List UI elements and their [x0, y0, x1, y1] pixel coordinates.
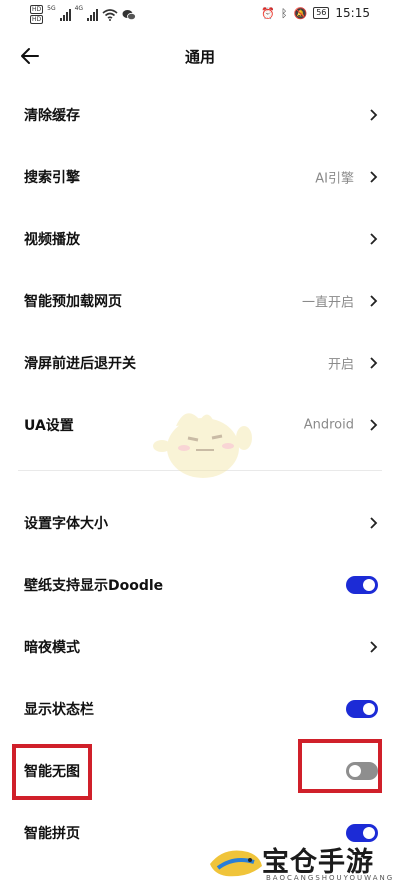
- signal-icon: [59, 8, 71, 21]
- hd-badge-2: HD: [30, 15, 44, 24]
- bluetooth-icon: ᛒ: [280, 6, 288, 20]
- row-search-engine[interactable]: 搜索引擎 AI引擎: [0, 146, 400, 208]
- status-bar-toggle[interactable]: [346, 700, 378, 718]
- row-label: UA设置: [24, 418, 74, 434]
- row-label: 壁纸支持显示Doodle: [24, 578, 164, 594]
- brand-watermark: 宝仓手游网 BAOCANGSHOUYOUWANG: [200, 838, 400, 888]
- row-value: 开启: [327, 357, 354, 373]
- row-label: 滑屏前进后退开关: [24, 356, 136, 372]
- wifi-icon: [102, 8, 118, 21]
- row-clear-cache[interactable]: 清除缓存: [0, 84, 400, 146]
- row-font-size[interactable]: 设置字体大小: [0, 492, 400, 554]
- brand-subtitle: BAOCANGSHOUYOUWANG: [266, 874, 395, 882]
- chevron-right-icon: [370, 233, 378, 245]
- row-label: 智能预加载网页: [24, 294, 122, 310]
- row-value: Android: [303, 417, 354, 433]
- status-bar: HD HD 5G 4G ⏰ ᛒ 🔕 56 15:15: [0, 0, 400, 28]
- settings-screen: HD HD 5G 4G ⏰ ᛒ 🔕 56 15:15 通用 清除缓存 搜索引擎 …: [0, 0, 400, 888]
- row-wallpaper-doodle: 壁纸支持显示Doodle: [0, 554, 400, 616]
- row-value: 一直开启: [301, 295, 354, 311]
- highlight-box-toggle: [298, 739, 382, 793]
- hd-badge-1: HD: [30, 5, 44, 14]
- toggle-knob: [363, 579, 375, 591]
- row-label: 智能拼页: [24, 826, 80, 842]
- row-label: 搜索引擎: [24, 170, 80, 186]
- hd-badges: HD HD: [30, 5, 44, 24]
- signal-icon-2: [87, 8, 99, 21]
- row-show-status-bar: 显示状态栏: [0, 678, 400, 740]
- mascot-watermark-icon: [153, 413, 252, 478]
- header: 通用: [0, 34, 400, 78]
- toggle-knob: [363, 703, 375, 715]
- chevron-right-icon: [370, 517, 378, 529]
- row-value: AI引擎: [315, 171, 354, 187]
- page-title: 通用: [184, 48, 215, 66]
- row-label: 清除缓存: [24, 108, 80, 124]
- row-label: 视频播放: [24, 232, 80, 248]
- row-video-playback[interactable]: 视频播放: [0, 208, 400, 270]
- chevron-right-icon: [370, 171, 378, 183]
- status-right: ⏰ ᛒ 🔕 56 15:15: [261, 6, 370, 20]
- chevron-right-icon: [370, 109, 378, 121]
- row-swipe-navigation[interactable]: 滑屏前进后退开关 开启: [0, 332, 400, 394]
- mute-icon: 🔕: [293, 6, 308, 20]
- fish-logo-icon: [210, 850, 262, 877]
- doodle-toggle[interactable]: [346, 576, 378, 594]
- row-night-mode[interactable]: 暗夜模式: [0, 616, 400, 678]
- signal-label-1: 5G: [47, 5, 56, 12]
- chevron-right-icon: [370, 419, 378, 431]
- alarm-icon: ⏰: [261, 6, 275, 20]
- chevron-right-icon: [370, 641, 378, 653]
- row-label: 设置字体大小: [24, 516, 108, 532]
- chevron-right-icon: [370, 357, 378, 369]
- clock: 15:15: [335, 6, 370, 20]
- battery-icon: 56: [313, 7, 330, 19]
- chevron-right-icon: [370, 295, 378, 307]
- status-left: HD HD 5G 4G: [30, 5, 136, 24]
- highlight-box-label: [12, 744, 92, 800]
- signal-label-2: 4G: [74, 5, 84, 12]
- chat-app-icon: [122, 9, 136, 20]
- row-smart-preload[interactable]: 智能预加载网页 一直开启: [0, 270, 400, 332]
- row-label: 显示状态栏: [24, 702, 94, 718]
- row-label: 暗夜模式: [24, 640, 80, 656]
